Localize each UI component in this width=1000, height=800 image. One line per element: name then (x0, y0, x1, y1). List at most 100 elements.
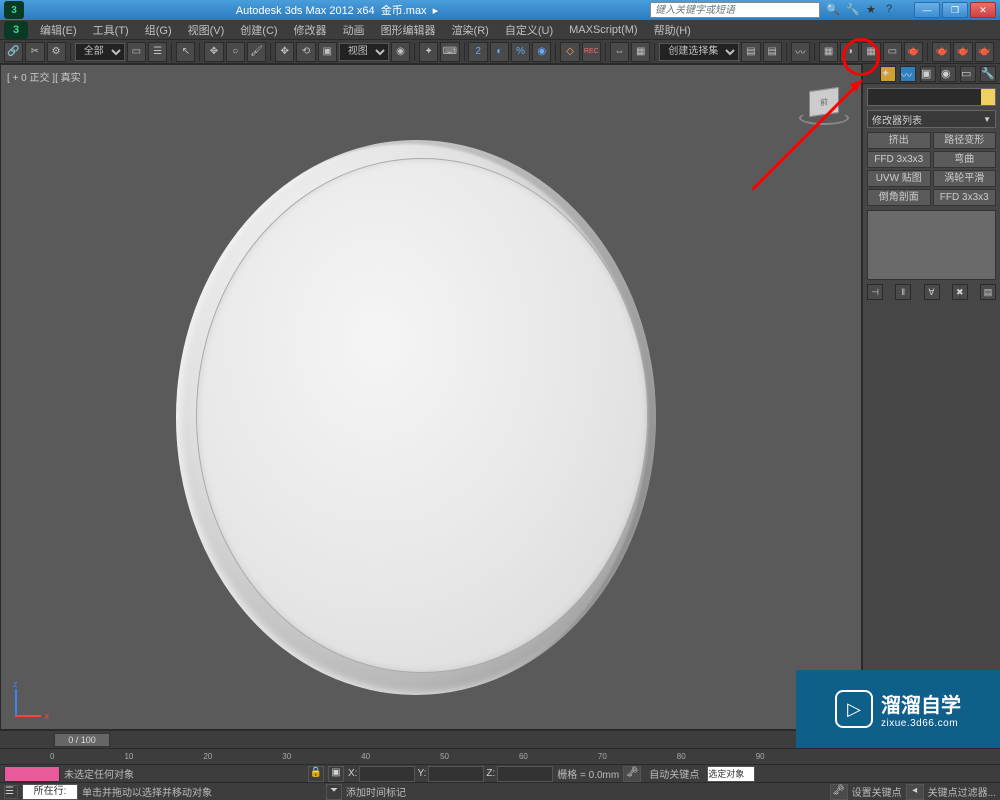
mirror-icon[interactable]: ⇔ (610, 42, 629, 62)
star-icon[interactable]: ★ (866, 3, 880, 17)
menu-view[interactable]: 视图(V) (180, 22, 233, 38)
mod-turbo-button[interactable]: 涡轮平滑 (933, 170, 997, 187)
keymode-icon[interactable]: ⌨ (440, 42, 459, 62)
mod-bevelprofile-button[interactable]: 倒角剖面 (867, 189, 931, 206)
namedselset-dropdown[interactable]: 创建选择集 (659, 43, 739, 61)
move-icon[interactable]: ✥ (275, 42, 294, 62)
menu-animation[interactable]: 动画 (335, 22, 373, 38)
object-name-field[interactable] (867, 88, 996, 106)
material-editor-icon[interactable]: ◑ (840, 42, 859, 62)
rotate-icon[interactable]: ⟲ (296, 42, 315, 62)
maximize-button[interactable]: ❐ (942, 2, 968, 18)
render-setup-icon[interactable]: ▦ (861, 42, 880, 62)
curve-editor-icon[interactable]: 〰 (791, 42, 810, 62)
unlink-icon[interactable]: ✂ (25, 42, 44, 62)
tick: 50 (440, 752, 449, 761)
rec-icon[interactable]: REC (582, 42, 601, 62)
create-tab-icon[interactable]: ✦ (880, 66, 896, 82)
menu-maxscript[interactable]: MAXScript(M) (561, 24, 645, 36)
viewport-label[interactable]: [ + 0 正交 ][ 真实 ] (7, 69, 86, 84)
modifier-stack[interactable] (867, 210, 996, 280)
axis-z-icon (15, 689, 17, 715)
menu-group[interactable]: 组(G) (137, 22, 180, 38)
mod-bend-button[interactable]: 弯曲 (933, 151, 997, 168)
viewcube[interactable]: 前 (799, 85, 849, 125)
select-move-icon[interactable]: ✥ (204, 42, 223, 62)
close-button[interactable]: ✕ (970, 2, 996, 18)
align-icon[interactable]: ▦ (631, 42, 650, 62)
menu-help[interactable]: 帮助(H) (646, 22, 699, 38)
menu-create[interactable]: 创建(C) (232, 22, 285, 38)
wrench-icon[interactable]: 🔧 (846, 3, 860, 17)
help-search-input[interactable] (650, 2, 820, 18)
command-panel: ✦ 〰 ▣ ◉ ▭ 🔧 修改器列表 挤出 路径变形 FFD 3x3x3 弯曲 U… (862, 64, 1000, 730)
editselset-icon[interactable]: ◇ (560, 42, 579, 62)
script-mini-icon[interactable]: ☰ (4, 785, 18, 799)
render-iterative-icon[interactable]: 🫖 (932, 42, 951, 62)
add-time-marker[interactable]: 添加时间标记 (346, 784, 406, 799)
coord-y-label: Y: (417, 768, 426, 779)
menu-edit[interactable]: 编辑(E) (32, 22, 85, 38)
viewport-object-coin[interactable] (176, 140, 656, 695)
mod-extrude-button[interactable]: 挤出 (867, 132, 931, 149)
menu-modifiers[interactable]: 修改器 (286, 22, 335, 38)
minimize-button[interactable]: — (914, 2, 940, 18)
motion-tab-icon[interactable]: ◉ (940, 66, 956, 82)
key-filters-button[interactable]: 关键点过滤器... (928, 784, 996, 799)
layers-icon[interactable]: ▤ (741, 42, 760, 62)
timeline-ruler[interactable]: 0 10 20 30 40 50 60 70 80 90 (0, 748, 1000, 764)
viewport[interactable]: [ + 0 正交 ][ 真实 ] 前 (0, 64, 862, 730)
scale-icon[interactable]: ▣ (318, 42, 337, 62)
mod-pathdeform-button[interactable]: 路径变形 (933, 132, 997, 149)
menu-rendering[interactable]: 渲染(R) (444, 22, 497, 38)
time-slider-handle[interactable]: 0 / 100 (54, 733, 110, 747)
snap2d-icon[interactable]: 2 (468, 42, 487, 62)
link-icon[interactable]: 🔗 (4, 42, 23, 62)
viewcube-compass[interactable] (799, 111, 849, 125)
help-icon[interactable]: ? (886, 3, 900, 17)
key-prev-icon[interactable]: ◂ (906, 784, 924, 800)
select-object-icon[interactable]: ▭ (127, 42, 146, 62)
activeshade-icon[interactable]: 🫖 (953, 42, 972, 62)
auto-key-button[interactable]: 自动关键点 (645, 766, 703, 781)
mod-uvw-button[interactable]: UVW 贴图 (867, 170, 931, 187)
search-icon[interactable]: 🔍 (826, 3, 840, 17)
spinner-icon[interactable]: ◉ (532, 42, 551, 62)
rendered-frame-icon[interactable]: ▭ (883, 42, 902, 62)
set-key-button[interactable]: 设置关键点 (852, 784, 902, 799)
bind-icon[interactable]: ⚙ (47, 42, 66, 62)
menu-grapheditors[interactable]: 图形编辑器 (373, 22, 444, 38)
hierarchy-tab-icon[interactable]: ▣ (920, 66, 936, 82)
render-preset-icon[interactable]: 🫖 (975, 42, 994, 62)
modify-tab-icon[interactable]: 〰 (900, 66, 916, 82)
schematic-icon[interactable]: ▦ (819, 42, 838, 62)
utilities-tab-icon[interactable]: 🔧 (980, 66, 996, 82)
paint-icon[interactable]: 🖌 (247, 42, 266, 62)
app-menu-icon[interactable]: 3 (4, 21, 28, 39)
time-tag-icon[interactable]: ⏷ (326, 784, 342, 800)
mod-ffd1-button[interactable]: FFD 3x3x3 (867, 151, 931, 168)
manip-icon[interactable]: ✦ (419, 42, 438, 62)
configure-icon[interactable]: ▤ (980, 284, 996, 300)
show-result-icon[interactable]: ‖ (895, 284, 911, 300)
display-tab-icon[interactable]: ▭ (960, 66, 976, 82)
cursor-icon[interactable]: ↖ (176, 42, 195, 62)
menu-tools[interactable]: 工具(T) (85, 22, 137, 38)
render-production-icon[interactable]: 🫖 (904, 42, 923, 62)
make-unique-icon[interactable]: ∀ (924, 284, 940, 300)
menu-customize[interactable]: 自定义(U) (497, 22, 561, 38)
main-area: [ + 0 正交 ][ 真实 ] 前 ✦ 〰 ▣ ◉ ▭ 🔧 修改器列表 挤出 … (0, 64, 1000, 730)
snapangle-icon[interactable]: ◐ (490, 42, 509, 62)
snappct-icon[interactable]: % (511, 42, 530, 62)
select-by-name-icon[interactable]: ☰ (148, 42, 167, 62)
layermanager-icon[interactable]: ▤ (763, 42, 782, 62)
pin-stack-icon[interactable]: ⊣ (867, 284, 883, 300)
pivot-icon[interactable]: ◉ (391, 42, 410, 62)
modifier-list-dropdown[interactable]: 修改器列表 (867, 110, 996, 128)
lasso-icon[interactable]: ○ (226, 42, 245, 62)
set-key-icon[interactable]: 🗝 (830, 784, 848, 800)
mod-ffd2-button[interactable]: FFD 3x3x3 (933, 189, 997, 206)
refcoord-dropdown[interactable]: 视图 (339, 43, 389, 61)
selection-filter-dropdown[interactable]: 全部 (75, 43, 125, 61)
remove-mod-icon[interactable]: ✖ (952, 284, 968, 300)
